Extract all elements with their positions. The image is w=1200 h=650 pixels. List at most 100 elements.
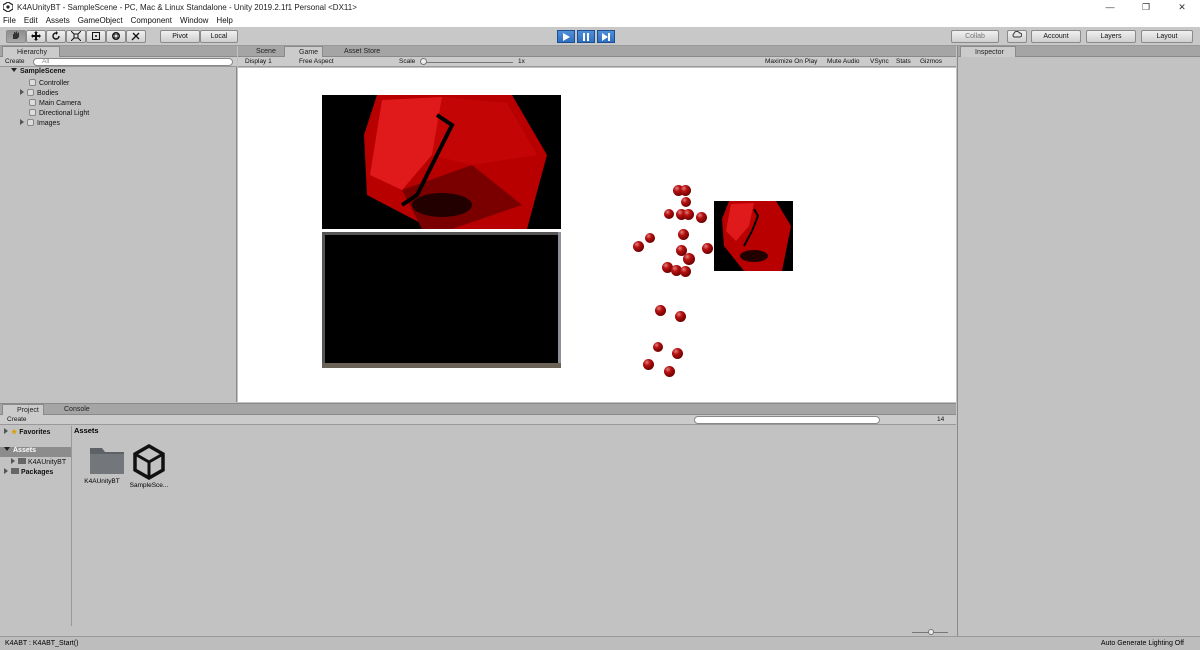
layers-dropdown[interactable]: Layers bbox=[1086, 30, 1136, 43]
console-tab-label: Console bbox=[64, 406, 90, 413]
move-icon bbox=[31, 31, 41, 41]
assets-folder-item[interactable]: Assets bbox=[0, 447, 71, 457]
hierarchy-tab-label: Hierarchy bbox=[17, 49, 47, 56]
local-toggle[interactable]: Local bbox=[200, 30, 238, 43]
gameobject-icon bbox=[27, 89, 34, 96]
pause-button[interactable] bbox=[577, 30, 595, 43]
maximize-on-play-toggle[interactable]: Maximize On Play bbox=[765, 58, 817, 66]
menu-component[interactable]: Component bbox=[131, 16, 172, 25]
hierarchy-item-images[interactable]: Images bbox=[20, 119, 60, 127]
rotate-icon bbox=[52, 31, 60, 40]
asset-folder-k4aunitybt[interactable]: K4AUnityBT bbox=[74, 444, 130, 496]
menu-file[interactable]: File bbox=[3, 16, 16, 25]
minimize-button[interactable]: — bbox=[1092, 0, 1128, 14]
scale-tool-button[interactable] bbox=[66, 30, 86, 43]
move-tool-button[interactable] bbox=[26, 30, 46, 43]
scale-slider-thumb[interactable] bbox=[420, 58, 427, 65]
tab-project[interactable]: Project bbox=[2, 404, 44, 415]
rect-tool-button[interactable] bbox=[86, 30, 106, 43]
unity-scene-icon bbox=[133, 443, 165, 481]
scene-root[interactable]: SampleScene bbox=[11, 68, 66, 75]
display-dropdown[interactable]: Display 1 bbox=[245, 58, 272, 66]
scale-slider[interactable] bbox=[421, 62, 513, 63]
layout-label: Layout bbox=[1156, 33, 1178, 40]
collapse-arrow-icon[interactable] bbox=[20, 89, 24, 95]
game-tab-label: Game bbox=[299, 49, 319, 56]
gameobject-icon bbox=[29, 99, 36, 106]
menu-assets[interactable]: Assets bbox=[46, 16, 70, 25]
collapse-arrow-icon[interactable] bbox=[20, 119, 24, 125]
hierarchy-item-directional-light[interactable]: Directional Light bbox=[29, 109, 89, 117]
cloud-button[interactable] bbox=[1007, 30, 1027, 43]
step-icon bbox=[602, 33, 610, 41]
scale-label: Scale bbox=[399, 58, 416, 65]
tab-hierarchy[interactable]: Hierarchy bbox=[2, 46, 60, 57]
collapse-arrow-icon[interactable] bbox=[11, 458, 15, 464]
stats-toggle[interactable]: Stats bbox=[896, 58, 911, 66]
title-bar: K4AUnityBT - SampleScene - PC, Mac & Lin… bbox=[0, 0, 1200, 14]
menu-gameobject[interactable]: GameObject bbox=[78, 16, 123, 25]
body-joint-sphere bbox=[674, 310, 686, 322]
rotate-tool-button[interactable] bbox=[46, 30, 66, 43]
tab-scene[interactable]: Scene bbox=[242, 46, 280, 57]
aspect-dropdown[interactable]: Free Aspect bbox=[299, 58, 334, 66]
lighting-status: Auto Generate Lighting Off bbox=[1100, 640, 1184, 647]
tab-asset-store[interactable]: Asset Store bbox=[330, 46, 384, 57]
restore-button[interactable]: ❐ bbox=[1128, 0, 1164, 14]
project-tree: ★ Favorites Assets K4AUnityBT Packages bbox=[0, 426, 72, 626]
project-search-input[interactable] bbox=[694, 416, 880, 424]
hand-tool-button[interactable] bbox=[6, 30, 26, 43]
game-view[interactable] bbox=[238, 68, 956, 402]
favorites-item[interactable]: ★ Favorites bbox=[4, 428, 50, 436]
step-button[interactable] bbox=[597, 30, 615, 43]
packages-item[interactable]: Packages bbox=[4, 468, 53, 476]
hierarchy-item-controller[interactable]: Controller bbox=[29, 79, 69, 87]
mute-audio-toggle[interactable]: Mute Audio bbox=[827, 58, 860, 66]
packages-label: Packages bbox=[21, 469, 54, 476]
hierarchy-create-button[interactable]: Create bbox=[5, 58, 25, 66]
body-joint-sphere bbox=[681, 197, 691, 207]
tab-game[interactable]: Game bbox=[284, 46, 324, 57]
account-dropdown[interactable]: Account bbox=[1031, 30, 1081, 43]
rect-icon bbox=[92, 32, 100, 40]
hierarchy-item-bodies[interactable]: Bodies bbox=[20, 89, 58, 97]
gameobject-icon bbox=[29, 79, 36, 86]
body-joint-sphere bbox=[632, 240, 644, 252]
icon-size-slider-thumb[interactable] bbox=[928, 629, 934, 635]
body-joint-sphere bbox=[679, 184, 691, 196]
body-joint-sphere bbox=[695, 211, 707, 223]
expand-arrow-icon[interactable] bbox=[4, 428, 8, 434]
asset-store-tab-label: Asset Store bbox=[344, 48, 381, 55]
menu-help[interactable]: Help bbox=[216, 16, 232, 25]
inspector-tab-label: Inspector bbox=[975, 49, 1004, 56]
project-create-button[interactable]: Create bbox=[7, 416, 27, 424]
play-button[interactable] bbox=[557, 30, 575, 43]
menu-window[interactable]: Window bbox=[180, 16, 208, 25]
custom-tool-button[interactable] bbox=[126, 30, 146, 43]
k4aunitybt-folder-item[interactable]: K4AUnityBT bbox=[11, 458, 66, 466]
asset-scene-samplescene[interactable]: SampleSce... bbox=[126, 443, 172, 496]
pivot-toggle[interactable]: Pivot bbox=[160, 30, 200, 43]
inspector-panel: Inspector bbox=[957, 46, 1200, 636]
tab-inspector[interactable]: Inspector bbox=[960, 46, 1016, 57]
hierarchy-search-input[interactable]: All bbox=[33, 58, 233, 66]
collab-dropdown[interactable]: Collab bbox=[951, 30, 999, 43]
pivot-label: Pivot bbox=[172, 33, 188, 40]
menu-edit[interactable]: Edit bbox=[24, 16, 38, 25]
gizmos-dropdown[interactable]: Gizmos bbox=[920, 58, 942, 66]
collapse-arrow-icon[interactable] bbox=[4, 468, 8, 474]
project-tab-label: Project bbox=[17, 407, 39, 414]
body-joint-sphere bbox=[642, 358, 654, 370]
layout-dropdown[interactable]: Layout bbox=[1141, 30, 1193, 43]
vsync-toggle[interactable]: VSync bbox=[870, 58, 889, 66]
menu-bar: File Edit Assets GameObject Component Wi… bbox=[0, 14, 1200, 27]
body-joint-sphere bbox=[664, 209, 674, 219]
asset-label: K4AUnityBT bbox=[84, 478, 120, 485]
close-button[interactable]: ✕ bbox=[1164, 0, 1200, 14]
hierarchy-item-main-camera[interactable]: Main Camera bbox=[29, 99, 81, 107]
tools-icon bbox=[131, 32, 140, 41]
transform-tool-button[interactable] bbox=[106, 30, 126, 43]
status-message[interactable]: K4ABT : K4ABT_Start() bbox=[5, 637, 78, 650]
item-label: Directional Light bbox=[39, 110, 90, 117]
tab-console[interactable]: Console bbox=[50, 404, 94, 415]
